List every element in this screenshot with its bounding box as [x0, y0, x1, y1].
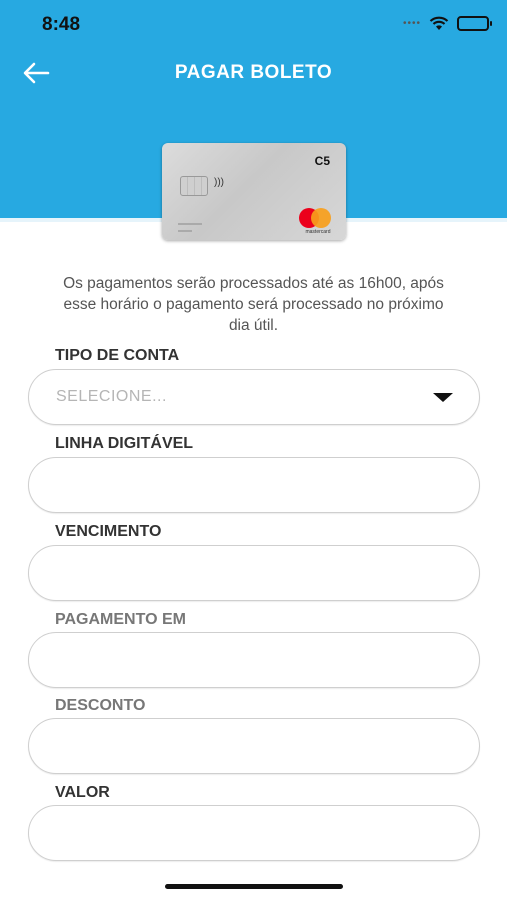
status-icons: •••• [402, 16, 492, 31]
linha-digitavel-field[interactable] [28, 457, 480, 513]
vencimento-input[interactable] [29, 546, 479, 600]
mastercard-logo: mastercard [298, 206, 338, 236]
wifi-icon [429, 16, 449, 30]
cellular-dots-icon: •••• [402, 18, 421, 29]
card-number-line [178, 230, 192, 232]
desconto-field[interactable] [28, 718, 480, 774]
page-title: PAGAR BOLETO [174, 62, 333, 83]
card-holder-line [178, 223, 202, 225]
desconto-label: DESCONTO [55, 697, 146, 714]
caret-down-icon [433, 393, 453, 402]
status-time: 8:48 [42, 14, 81, 35]
pagamento-em-label: PAGAMENTO EM [55, 611, 186, 628]
desconto-input[interactable] [29, 719, 479, 773]
tipo-conta-select[interactable]: SELECIONE... [28, 369, 480, 425]
valor-label: VALOR [55, 784, 110, 801]
tipo-conta-placeholder: SELECIONE... [56, 388, 167, 405]
pagamento-em-field[interactable] [28, 632, 480, 688]
vencimento-field[interactable] [28, 545, 480, 601]
pagamento-em-input[interactable] [29, 633, 479, 687]
linha-digitavel-label: LINHA DIGITÁVEL [55, 435, 194, 452]
linha-digitavel-input[interactable] [29, 458, 479, 512]
battery-icon [457, 16, 492, 31]
valor-input[interactable] [29, 806, 479, 860]
vencimento-label: VENCIMENTO [55, 523, 162, 540]
processing-notice: Os pagamentos serão processados até as 1… [63, 275, 444, 334]
chip-icon [180, 176, 208, 196]
card-brand: C5 [314, 154, 330, 168]
home-indicator[interactable] [165, 884, 343, 889]
contactless-icon: ))) [214, 177, 224, 188]
tipo-conta-label: TIPO DE CONTA [55, 347, 180, 364]
valor-field[interactable] [28, 805, 480, 861]
credit-card-image: C5 ))) mastercard [162, 143, 346, 240]
